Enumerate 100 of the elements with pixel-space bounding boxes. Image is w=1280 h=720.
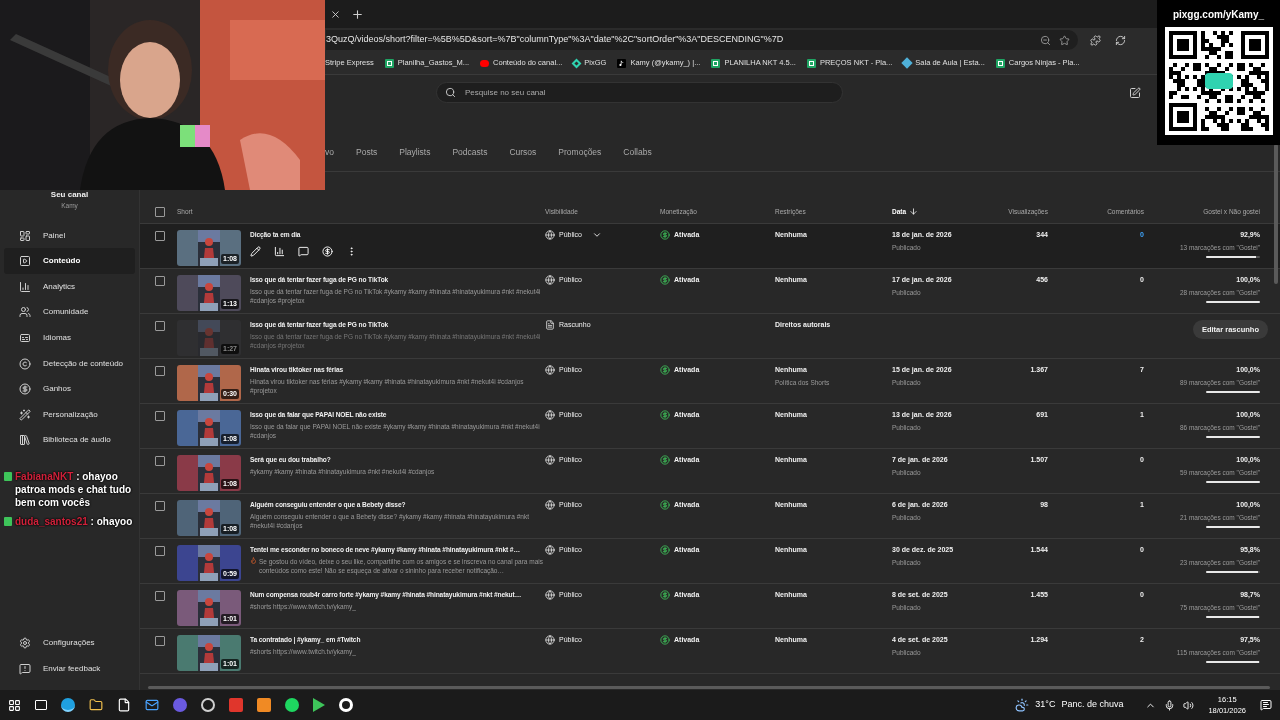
sidebar-item[interactable]: Biblioteca de áudio (4, 427, 135, 454)
globe-icon (545, 365, 555, 376)
likes-bar (1206, 616, 1260, 619)
comments-icon[interactable] (298, 245, 309, 257)
sidebar-item[interactable]: Painel (4, 222, 135, 249)
chat-badge-icon (4, 472, 12, 481)
globe-icon (545, 275, 555, 286)
checkbox[interactable] (154, 546, 165, 556)
analytics-icon[interactable] (274, 245, 285, 257)
tab[interactable]: Podcasts (452, 142, 488, 163)
globe-icon (545, 410, 555, 421)
checkbox[interactable] (154, 366, 165, 376)
folder-icon[interactable] (89, 698, 103, 712)
likes-bar (1206, 481, 1260, 484)
browser-icon[interactable] (61, 698, 75, 712)
task-view-icon[interactable] (35, 700, 47, 710)
magic-wand-icon (19, 408, 31, 421)
search-bar[interactable]: Pesquise no seu canal (436, 82, 843, 103)
scrollbar[interactable] (1274, 144, 1278, 284)
weather-icon[interactable] (1015, 698, 1030, 712)
dollar-icon (660, 590, 670, 601)
sidebar-item[interactable]: Enviar feedback (0, 656, 139, 682)
weather-text[interactable]: Panc. de chuva (1061, 698, 1124, 712)
sidebar-item[interactable]: Personalização (4, 401, 135, 428)
microphone-icon[interactable] (1164, 699, 1176, 711)
tab[interactable]: Playlists (399, 142, 431, 163)
notification-icon[interactable] (1260, 699, 1272, 711)
tab[interactable]: Posts (356, 142, 378, 163)
globe-icon (545, 500, 555, 511)
music-note-icon (617, 58, 627, 68)
globe-icon (545, 590, 555, 601)
close-icon[interactable] (330, 8, 341, 20)
spreadsheet-icon (806, 58, 816, 68)
likes-bar (1206, 391, 1260, 394)
chat-message: duda_santos21 : ohayoo (15, 515, 133, 528)
temperature-text[interactable]: 31°C (1035, 698, 1056, 712)
tab[interactable]: Collabs (623, 142, 652, 163)
sidebar-item[interactable]: Analytics (4, 273, 135, 300)
music-app-icon[interactable] (285, 698, 299, 712)
checkbox[interactable] (154, 636, 165, 646)
likes-bar (1206, 526, 1260, 529)
chat-badge-icon (4, 517, 12, 526)
address-bar[interactable]: 3QuzQ/videos/short?filter=%5B%5D&sort=%7B"columnType"%3A"date"%2C"sortOrder"%3A"DESCENDING"%7D (326, 30, 1078, 50)
dollar-icon[interactable] (322, 245, 333, 257)
sidebar-item[interactable]: Conteúdo (4, 248, 135, 274)
mail-icon[interactable] (145, 698, 159, 712)
dollar-icon (660, 365, 670, 376)
checkbox[interactable] (154, 231, 165, 241)
star-icon[interactable] (1059, 34, 1070, 46)
qr-caption: pixgg.com/yKamy_ (1172, 8, 1265, 22)
windows-icon[interactable] (8, 698, 21, 712)
likes-bar (1206, 436, 1260, 439)
tab[interactable]: vo (325, 142, 334, 163)
tab[interactable]: Cursos (509, 142, 537, 163)
sidebar-label: Idiomas (43, 331, 71, 344)
checkbox[interactable] (154, 276, 165, 286)
sidebar-item[interactable]: Configurações (0, 630, 139, 656)
checkbox[interactable] (154, 206, 165, 217)
dollar-icon (19, 383, 31, 396)
dollar-icon (660, 410, 670, 421)
sync-icon[interactable] (1115, 34, 1126, 46)
dollar-icon (660, 500, 670, 511)
globe-icon (545, 635, 555, 646)
sidebar-item[interactable]: Ganhos (4, 376, 135, 402)
document-icon (545, 320, 555, 331)
checkbox[interactable] (154, 456, 165, 466)
chat-message: FabianaNKT : ohayoo patroa mods e chat tudo bem com vocês (15, 470, 133, 509)
channel-title: Seu canal (50, 189, 89, 201)
dollar-icon (660, 455, 670, 466)
dashboard-icon (19, 229, 31, 242)
scrollbar[interactable] (148, 686, 1270, 689)
sidebar-label: Comunidade (43, 306, 89, 319)
sidebar-item[interactable]: Idiomas (4, 325, 135, 351)
speaker-icon[interactable] (1183, 699, 1195, 711)
likes-bar (1206, 301, 1260, 304)
play-app-icon[interactable] (313, 698, 325, 712)
tab[interactable]: Promoções (558, 142, 602, 163)
new-tab-icon[interactable] (351, 7, 364, 21)
app-icon[interactable] (201, 698, 215, 712)
search-field[interactable]: Pesquise no seu canal (465, 86, 834, 99)
globe-icon (545, 545, 555, 556)
extension-icon[interactable] (1090, 34, 1101, 46)
checkbox[interactable] (154, 501, 165, 511)
settings-icon (19, 637, 31, 649)
globe-icon (545, 455, 555, 466)
create-icon[interactable] (1129, 86, 1141, 99)
sidebar-label: Enviar feedback (43, 663, 101, 675)
feedback-icon (19, 663, 31, 675)
sidebar-label: Conteúdo (43, 255, 81, 268)
zoom-out-icon[interactable] (1040, 34, 1051, 46)
checkbox[interactable] (154, 321, 165, 331)
sidebar-item[interactable]: Detecção de conteúdo (4, 350, 135, 377)
spreadsheet-icon (711, 58, 721, 68)
spreadsheet-icon (384, 58, 394, 68)
checkbox[interactable] (154, 411, 165, 421)
checkbox[interactable] (154, 591, 165, 601)
sidebar-item[interactable]: Comunidade (4, 299, 135, 326)
edit-icon[interactable] (250, 245, 261, 257)
play-icon (480, 59, 490, 67)
file-icon[interactable] (117, 698, 131, 712)
